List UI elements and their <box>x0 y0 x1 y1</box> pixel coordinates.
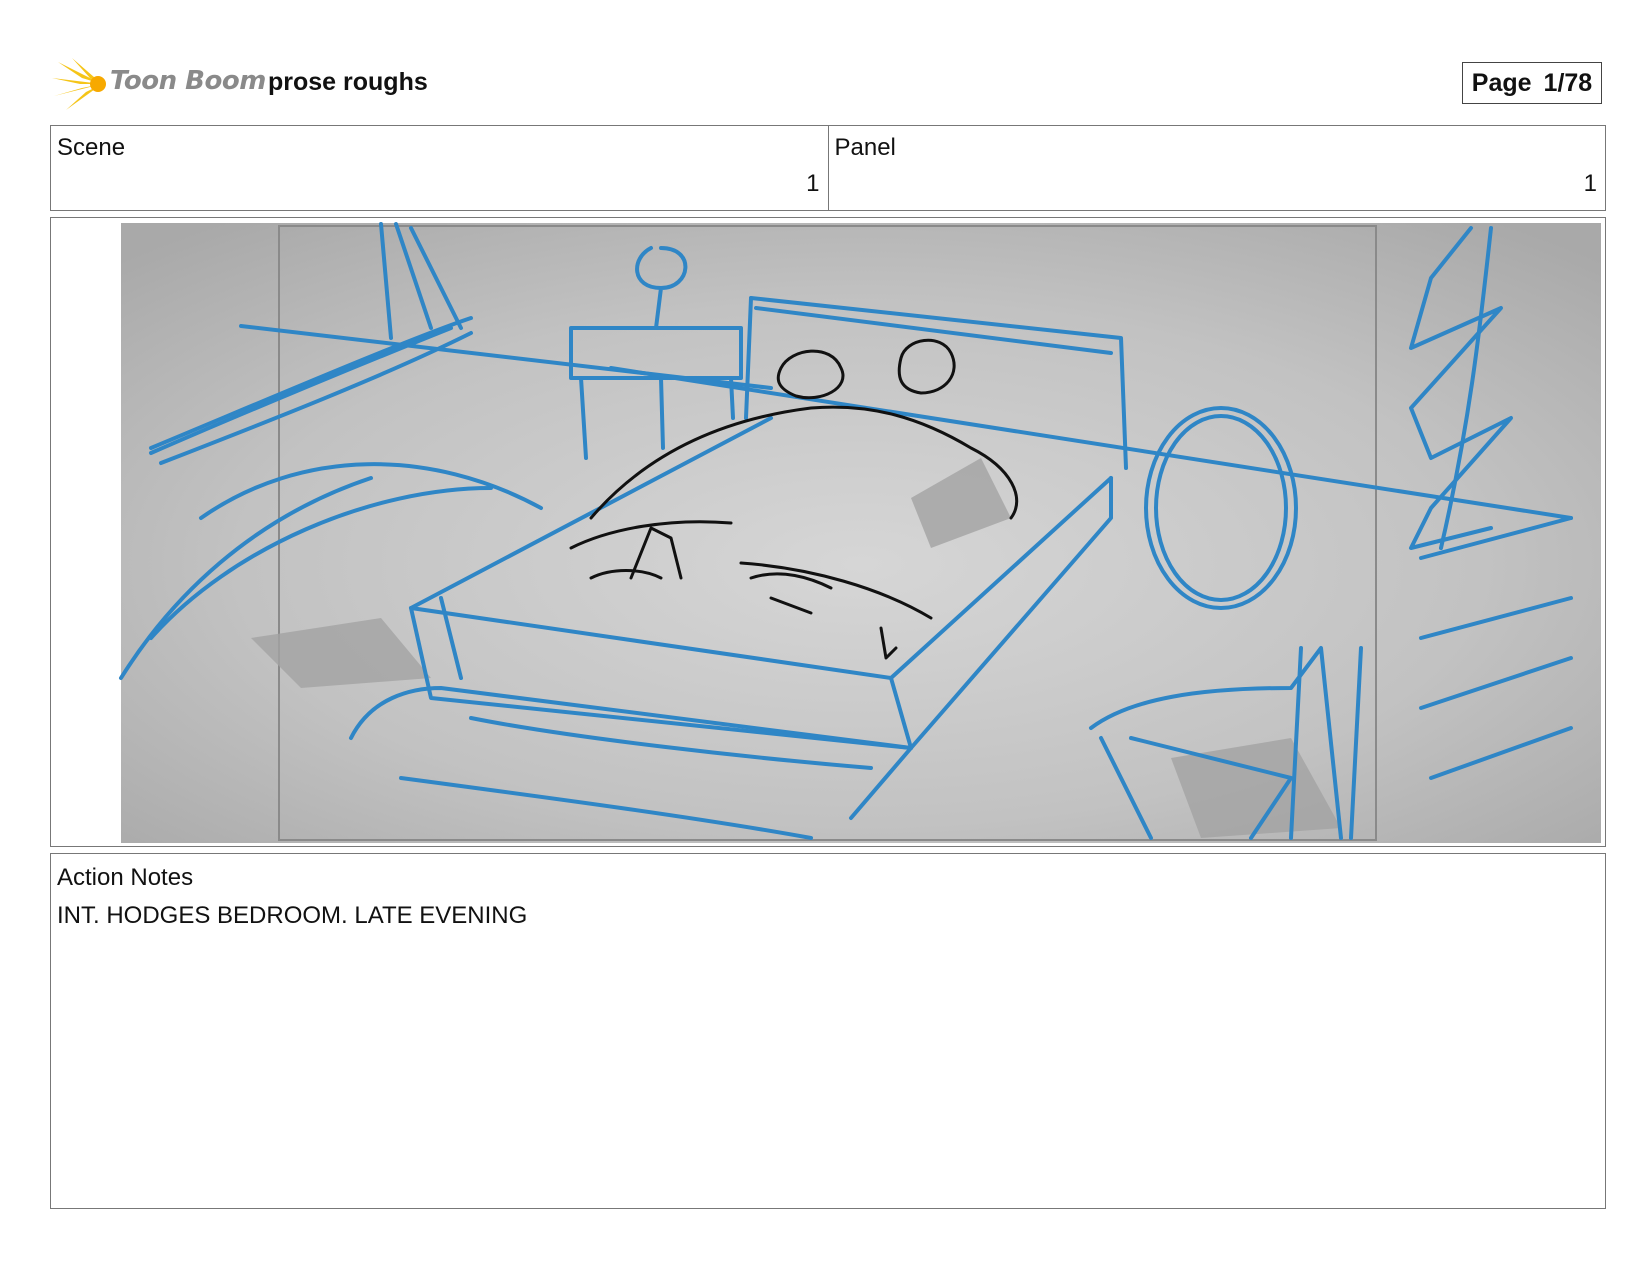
action-notes-label: Action Notes <box>57 864 194 891</box>
panel-cell: Panel 1 <box>827 126 1606 210</box>
scene-panel-row: Scene 1 Panel 1 <box>50 125 1606 211</box>
page-indicator: Page 1/78 <box>1462 62 1602 104</box>
storyboard-panel <box>50 217 1606 847</box>
panel-number: 1 <box>1583 170 1597 197</box>
scene-number: 1 <box>806 170 820 197</box>
scene-label: Scene <box>57 134 126 161</box>
logo-wordmark: Toon Boom <box>110 66 266 96</box>
scene-cell: Scene 1 <box>51 126 828 210</box>
page-number: 1/78 <box>1543 68 1593 97</box>
action-notes-text: INT. HODGES BEDROOM. LATE EVENING <box>57 902 528 929</box>
page-label: Page <box>1471 68 1532 97</box>
panel-label: Panel <box>834 134 896 161</box>
panel-sketch-image <box>119 222 1601 843</box>
action-notes-box: Action Notes INT. HODGES BEDROOM. LATE E… <box>50 853 1606 1209</box>
project-title: prose roughs <box>268 68 428 96</box>
